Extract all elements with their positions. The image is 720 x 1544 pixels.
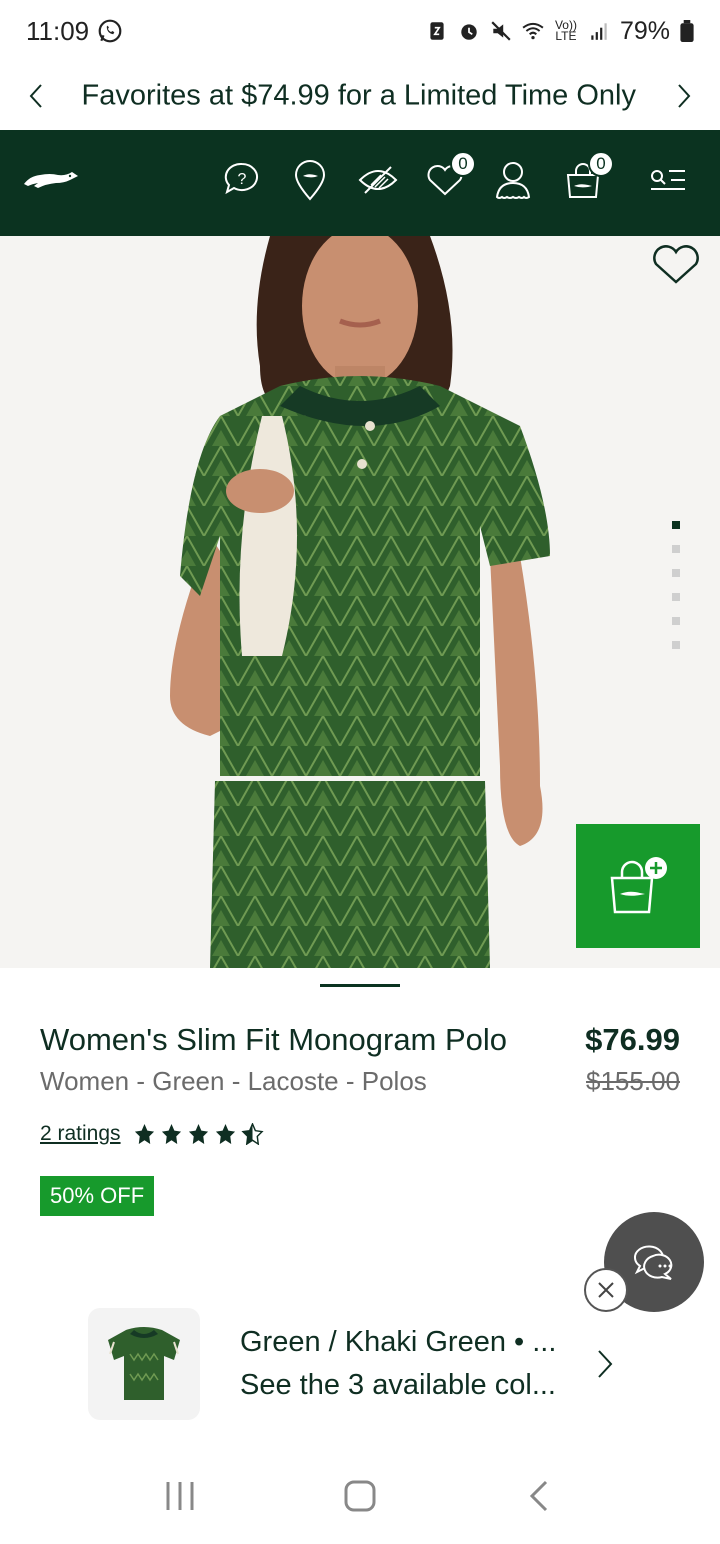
add-to-bag-icon <box>610 857 667 914</box>
rating-stars <box>133 1123 264 1145</box>
back-icon[interactable] <box>522 1478 558 1514</box>
selected-color-name: Green / Khaki Green • ... <box>240 1326 557 1358</box>
chat-close-button[interactable] <box>584 1268 628 1312</box>
battery-percent: 79% <box>619 16 670 45</box>
status-time: 11:09 <box>26 15 90 46</box>
color-thumbnail <box>88 1308 200 1420</box>
wishlist-count-badge: 0 <box>450 151 476 177</box>
star-icon <box>161 1123 181 1145</box>
color-info: Green / Khaki Green • ... See the 3 avai… <box>240 1326 580 1402</box>
gallery-dot[interactable] <box>672 545 680 553</box>
user-icon <box>495 162 531 199</box>
wishlist-button[interactable]: 0 <box>422 151 476 203</box>
star-icon <box>134 1123 154 1145</box>
whatsapp-icon <box>98 19 122 43</box>
add-to-bag-button[interactable] <box>576 824 700 948</box>
mute-icon <box>491 21 511 41</box>
color-selector[interactable]: Green / Khaki Green • ... See the 3 avai… <box>88 1308 628 1420</box>
star-icon <box>188 1123 208 1145</box>
accessibility-button[interactable] <box>355 157 401 203</box>
account-button[interactable] <box>490 157 536 203</box>
gallery-dot[interactable] <box>672 521 680 529</box>
discount-badge: 50% OFF <box>40 1176 155 1216</box>
lacoste-logo[interactable] <box>22 164 82 198</box>
location-pin-icon <box>294 160 326 201</box>
gallery-dot[interactable] <box>672 569 680 577</box>
gallery-dot[interactable] <box>672 593 680 601</box>
product-original-price: $155.00 <box>586 1066 680 1096</box>
chevron-left-icon <box>29 84 42 108</box>
svg-text:?: ? <box>238 171 247 188</box>
nfc-icon <box>430 22 444 40</box>
gallery-dot[interactable] <box>672 641 680 649</box>
cart-count-badge: 0 <box>588 151 614 177</box>
product-category: Women - Green - Lacoste - Polos <box>40 1066 427 1096</box>
chat-bubbles-icon <box>633 1245 673 1280</box>
eye-off-icon <box>358 166 398 194</box>
system-navigation-bar <box>0 1448 720 1544</box>
ratings-link[interactable]: 2 ratings <box>40 1122 121 1146</box>
alarm-icon <box>461 24 477 40</box>
close-icon <box>598 1282 614 1298</box>
half-star-icon <box>240 1123 264 1145</box>
wifi-icon <box>522 22 544 40</box>
help-icon: ? <box>224 162 258 195</box>
product-ratings: 2 ratings <box>40 1122 264 1146</box>
add-to-wishlist-heart-icon[interactable] <box>650 242 702 288</box>
volte-label: Vo)) LTE <box>554 18 577 43</box>
promo-message-viewport: Favorites at $74.99 for a Limited Time O… <box>72 62 648 130</box>
promo-prev-button[interactable] <box>0 62 72 130</box>
help-button[interactable]: ? <box>219 157 265 203</box>
site-header: ? 0 0 <box>0 130 720 236</box>
chevron-right-icon <box>598 1350 613 1378</box>
signal-icon <box>591 23 607 40</box>
polo-thumbnail-image <box>108 1327 180 1400</box>
gallery-dot[interactable] <box>672 617 680 625</box>
home-icon[interactable] <box>342 1478 378 1514</box>
battery-icon <box>680 20 694 42</box>
menu-button[interactable] <box>645 157 691 203</box>
sheet-drag-handle[interactable] <box>320 984 400 987</box>
cart-button[interactable]: 0 <box>560 151 614 203</box>
product-name: Women's Slim Fit Monogram Polo <box>40 1022 508 1057</box>
product-price: $76.99 <box>585 1022 680 1057</box>
store-locator-button[interactable] <box>287 157 333 203</box>
promo-banner: Favorites at $74.99 for a Limited Time O… <box>0 62 720 130</box>
menu-icon <box>651 170 685 190</box>
star-icon <box>215 1123 235 1145</box>
gallery-pagination <box>672 521 680 649</box>
recent-apps-icon[interactable] <box>162 1478 198 1514</box>
status-bar: 11:09 Vo)) LTE 79% <box>0 0 720 62</box>
chevron-right-icon <box>678 84 691 108</box>
promo-message[interactable]: Favorites at $74.99 for a Limited Time O… <box>82 80 636 113</box>
promo-next-button[interactable] <box>648 62 720 130</box>
status-icons: Vo)) LTE 79% <box>426 17 694 46</box>
available-colors-text: See the 3 available col... <box>240 1369 556 1401</box>
product-image-gallery[interactable] <box>0 236 720 968</box>
